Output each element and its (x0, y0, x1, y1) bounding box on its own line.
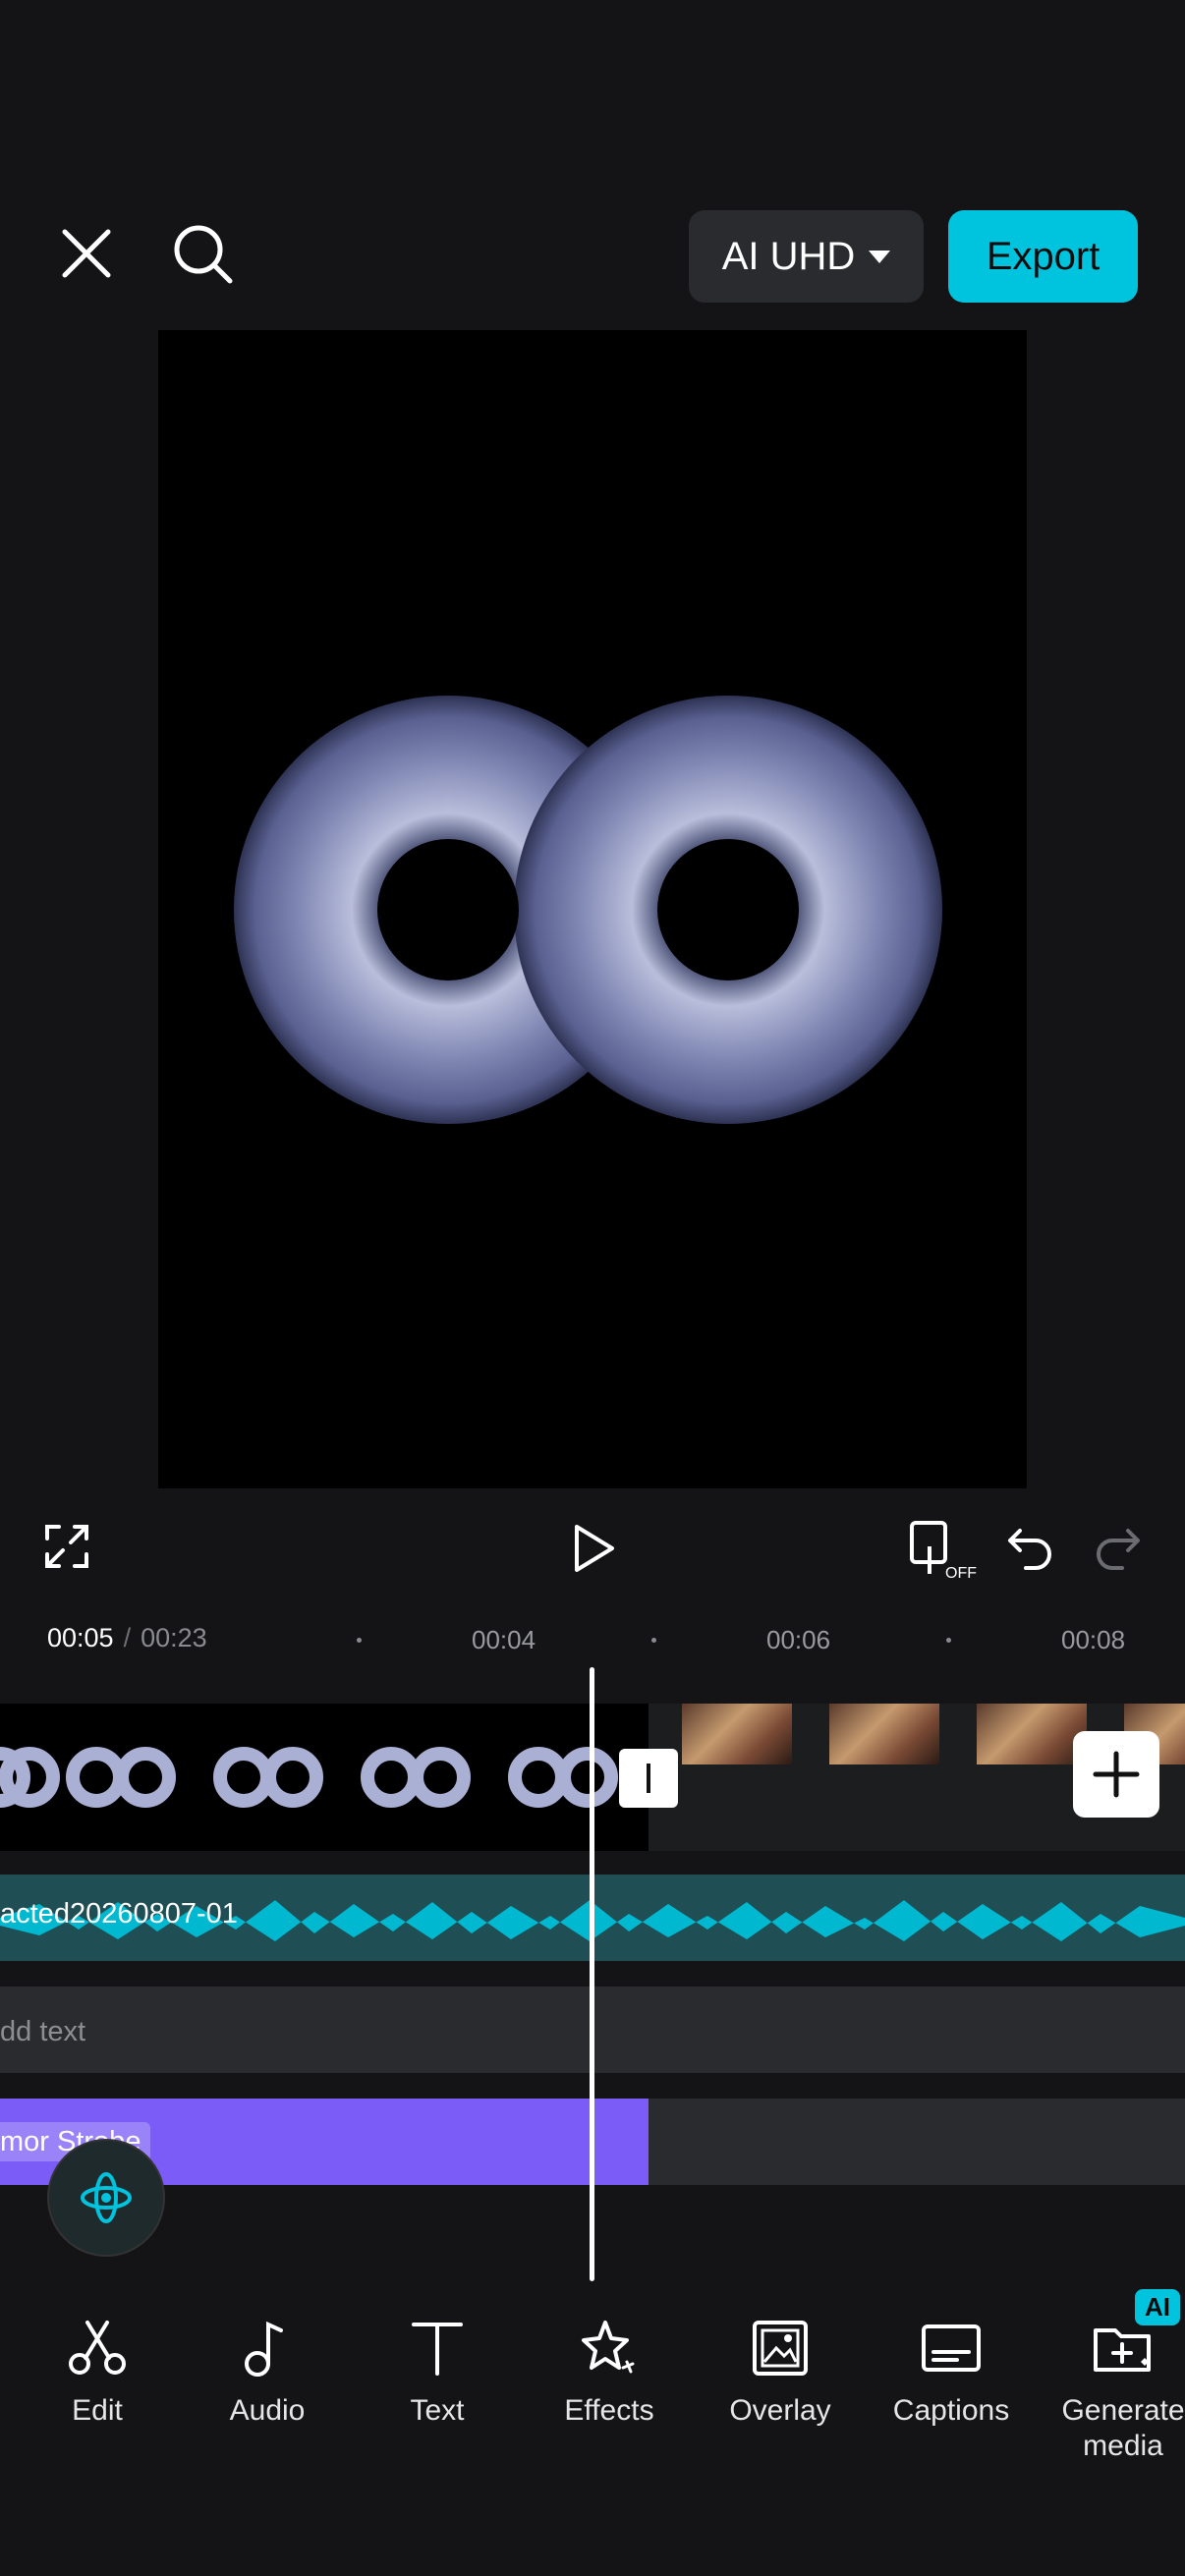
export-button[interactable]: Export (948, 210, 1138, 303)
ruler-dot (357, 1638, 362, 1643)
close-icon (62, 229, 111, 278)
quality-label: AI UHD (721, 234, 856, 278)
ruler-tick: 00:08 (1061, 1625, 1126, 1654)
tool-text[interactable]: Text (352, 2317, 523, 2429)
quality-dropdown[interactable]: AI UHD (689, 210, 924, 303)
plus-icon (1093, 1751, 1140, 1798)
clip-thumbnail (943, 1704, 1091, 1851)
tool-label: Captions (892, 2394, 1010, 2427)
add-clip-button[interactable] (1073, 1731, 1159, 1818)
music-note-icon (245, 2321, 283, 2377)
undo-button[interactable] (1004, 1521, 1055, 1572)
scissors-icon (69, 2321, 126, 2375)
text-icon (412, 2323, 463, 2376)
generate-folder-icon (1094, 2328, 1151, 2372)
star-sparkle-icon (582, 2321, 635, 2374)
redo-icon (1097, 1529, 1140, 1570)
current-time: 00:05 (47, 1623, 114, 1652)
time-display: 00:05 / 00:23 (47, 1623, 207, 1653)
tool-edit[interactable]: Edit (12, 2317, 183, 2429)
tool-label: Edit (72, 2394, 123, 2427)
add-text-placeholder: dd text (0, 2016, 86, 2047)
tool-label: Overlay (729, 2394, 831, 2427)
video-preview[interactable] (158, 330, 1027, 1488)
tool-label: Effects (564, 2394, 654, 2427)
ruler-tick: 00:06 (766, 1625, 831, 1654)
tool-label: Text (410, 2394, 465, 2427)
tool-generate-media[interactable]: Generate media (1038, 2317, 1185, 2464)
total-time: 00:23 (141, 1623, 207, 1652)
captions-icon (922, 2324, 981, 2372)
search-button[interactable] (169, 220, 238, 289)
play-button[interactable] (566, 1519, 621, 1578)
ruler-tick: 00:04 (472, 1625, 536, 1654)
audio-clip-label: acted20260807-01 (0, 1898, 238, 1930)
tool-label: Generate media (1061, 2394, 1185, 2462)
keyframe-off-button[interactable]: OFF (908, 1519, 977, 1580)
video-thumbnails (0, 1747, 618, 1808)
fullscreen-button[interactable] (41, 1521, 92, 1572)
tool-label: Audio (229, 2394, 306, 2427)
svg-text:OFF: OFF (945, 1565, 977, 1580)
chevron-down-icon (869, 250, 891, 263)
keyframe-off-icon: OFF (910, 1521, 977, 1580)
fullscreen-icon (45, 1525, 88, 1568)
smart-assist-button[interactable] (47, 2139, 165, 2257)
time-separator: / (123, 1623, 132, 1652)
playhead[interactable] (590, 1667, 594, 2281)
redo-button[interactable] (1093, 1521, 1144, 1572)
clip-thumbnail (796, 1704, 943, 1851)
tool-audio[interactable]: Audio (182, 2317, 353, 2429)
tool-effects[interactable]: Effects (524, 2317, 695, 2429)
ai-badge: AI (1135, 2289, 1180, 2325)
undo-icon (1008, 1529, 1051, 1570)
tool-captions[interactable]: Captions (866, 2317, 1037, 2429)
video-clip-infinity[interactable] (0, 1704, 649, 1851)
ruler-dot (651, 1638, 656, 1643)
ruler-dot (946, 1638, 951, 1643)
close-button[interactable] (55, 222, 118, 285)
play-icon (575, 1525, 614, 1572)
search-icon (174, 225, 233, 284)
clip-trim-handle[interactable] (619, 1749, 678, 1808)
overlay-image-icon (753, 2321, 808, 2376)
atom-icon (81, 2172, 132, 2223)
tool-overlay[interactable]: Overlay (695, 2317, 866, 2429)
infinity-iris-image (234, 696, 942, 1124)
